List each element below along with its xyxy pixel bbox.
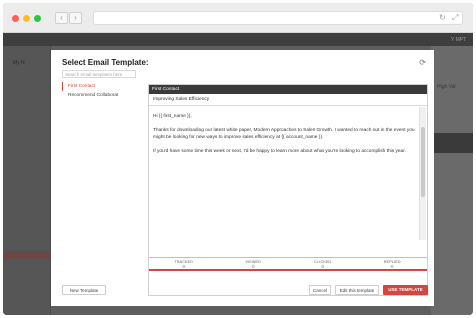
stat-value: 0 — [390, 264, 394, 269]
reload-icon[interactable]: ↻ — [439, 13, 446, 22]
address-bar[interactable]: ↻ ⤢ — [93, 11, 463, 25]
stat-value: 0 — [321, 264, 324, 269]
sidebar-item-label: My N — [13, 60, 25, 66]
close-window-dot[interactable] — [12, 15, 19, 22]
body-paragraph: If you'd have some time this week or nex… — [153, 148, 406, 154]
body-greeting: Hi {{ first_name }}, — [153, 114, 192, 119]
body-paragraph: Thanks for downloading our latest white … — [153, 127, 415, 141]
stat-value: 0 — [251, 264, 255, 269]
browser-titlebar: ‹ › ↻ ⤢ — [3, 3, 473, 33]
preview-header: First Contact — [149, 85, 427, 94]
stat-clicked: CLICKED 0 — [288, 258, 358, 269]
template-stats: TRACKED 0 VIEWED 0 CLICKED 0 REPLIED 0 — [149, 257, 427, 271]
browser-window: ‹ › ↻ ⤢ My N Y MPT High Val Select Email… — [3, 3, 473, 315]
stat-viewed: VIEWED 0 — [219, 258, 289, 269]
app-right-band — [431, 133, 473, 153]
refresh-icon[interactable]: ⟳ — [419, 58, 426, 67]
back-icon[interactable]: ‹ — [55, 12, 68, 24]
stat-replied: REPLIED 0 — [358, 258, 428, 269]
email-body-scrollbar[interactable] — [419, 107, 426, 240]
stat-tracked: TRACKED 0 — [149, 258, 219, 269]
right-column-text-2: High Val — [437, 84, 456, 90]
new-template-button[interactable]: New Template — [62, 285, 106, 295]
forward-icon[interactable]: › — [69, 12, 82, 24]
template-item-first-contact[interactable]: First Contact — [62, 82, 148, 91]
scrollbar-thumb[interactable] — [421, 127, 425, 197]
stat-value: 0 — [182, 264, 185, 269]
template-preview: First Contact Improving Sales Efficiency… — [148, 84, 428, 296]
select-template-modal: Select Email Template: ⟳ Search email te… — [51, 50, 434, 306]
expand-icon[interactable]: ⤢ — [452, 13, 458, 23]
cancel-button[interactable]: Cancel — [309, 285, 331, 295]
app-sidebar-highlight — [3, 251, 51, 259]
edit-template-button[interactable]: Edit this template — [335, 285, 379, 295]
template-list: First Contact Recommend Collaborat — [62, 82, 148, 100]
template-item-recommend-collaborat[interactable]: Recommend Collaborat — [62, 91, 148, 100]
right-column-text: Y MPT — [451, 37, 467, 43]
email-subject: Improving Sales Efficiency — [149, 94, 427, 106]
template-search-input[interactable]: Search email templates here — [62, 70, 136, 78]
app-sidebar: My N — [3, 46, 51, 315]
use-template-button[interactable]: USE TEMPLATE — [383, 285, 428, 295]
app-topbar — [3, 33, 473, 46]
app-right-column: Y MPT High Val — [431, 37, 473, 315]
email-body: Hi {{ first_name }}, Thanks for download… — [149, 107, 419, 240]
maximize-window-dot[interactable] — [34, 15, 41, 22]
modal-title: Select Email Template: — [62, 58, 149, 67]
minimize-window-dot[interactable] — [23, 15, 30, 22]
